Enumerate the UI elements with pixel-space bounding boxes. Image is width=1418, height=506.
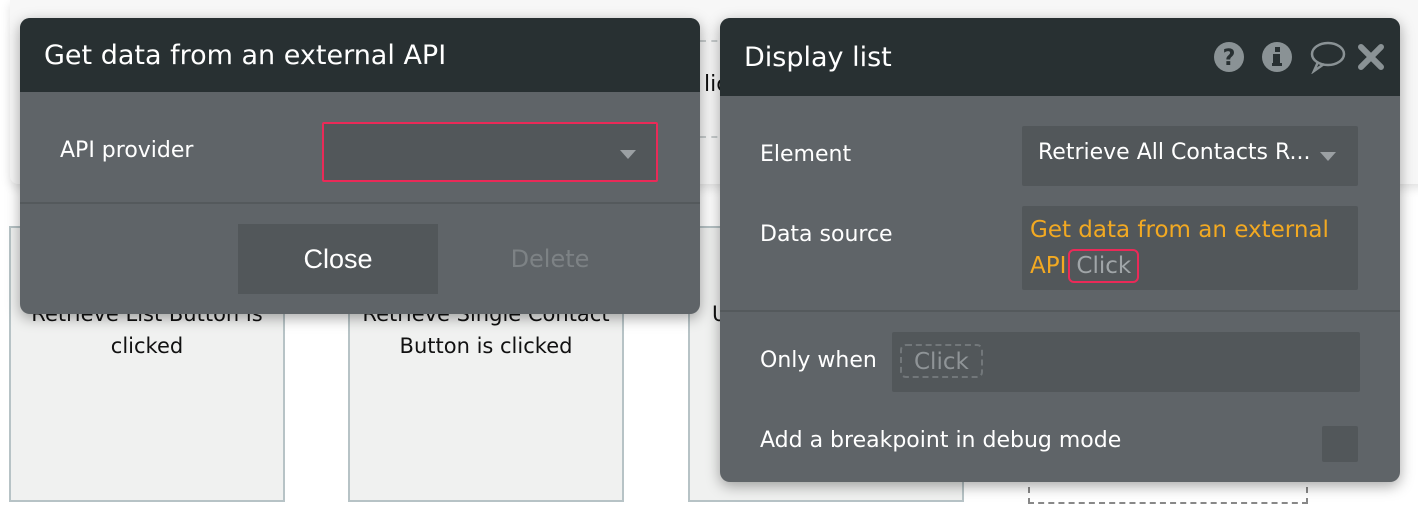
breakpoint-checkbox[interactable]: [1322, 426, 1358, 462]
info-icon[interactable]: [1260, 40, 1294, 74]
element-label: Element: [760, 142, 852, 167]
delete-button[interactable]: Delete: [490, 224, 610, 294]
divider: [20, 202, 700, 204]
svg-text:?: ?: [1223, 46, 1236, 71]
element-value: Retrieve All Contacts R...: [1038, 140, 1311, 165]
api-provider-dropdown[interactable]: [322, 122, 658, 182]
modal-header: Display list ?: [720, 18, 1400, 96]
chevron-down-icon: [1320, 152, 1336, 161]
close-button[interactable]: Close: [238, 224, 438, 294]
data-source-label: Data source: [760, 222, 893, 247]
display-list-modal: Display list ? Element Retrieve All Cont…: [720, 18, 1400, 482]
element-dropdown[interactable]: Retrieve All Contacts R...: [1022, 126, 1358, 186]
data-source-click-button[interactable]: Click: [1068, 249, 1140, 283]
breakpoint-label: Add a breakpoint in debug mode: [760, 428, 1122, 453]
only-when-label: Only when: [760, 348, 877, 373]
get-data-api-modal: Get data from an external API API provid…: [20, 18, 700, 314]
close-icon[interactable]: [1356, 40, 1390, 74]
modal-title: Display list: [744, 41, 892, 73]
only-when-expression[interactable]: Click: [892, 332, 1360, 392]
comment-icon[interactable]: [1308, 40, 1346, 75]
chevron-down-icon: [620, 150, 636, 159]
data-source-expression[interactable]: Get data from an external API Click: [1022, 206, 1358, 290]
divider: [720, 310, 1400, 312]
api-provider-label: API provider: [60, 138, 194, 163]
modal-title: Get data from an external API: [20, 18, 700, 92]
only-when-click-button[interactable]: Click: [900, 344, 983, 378]
help-icon[interactable]: ?: [1212, 40, 1246, 74]
